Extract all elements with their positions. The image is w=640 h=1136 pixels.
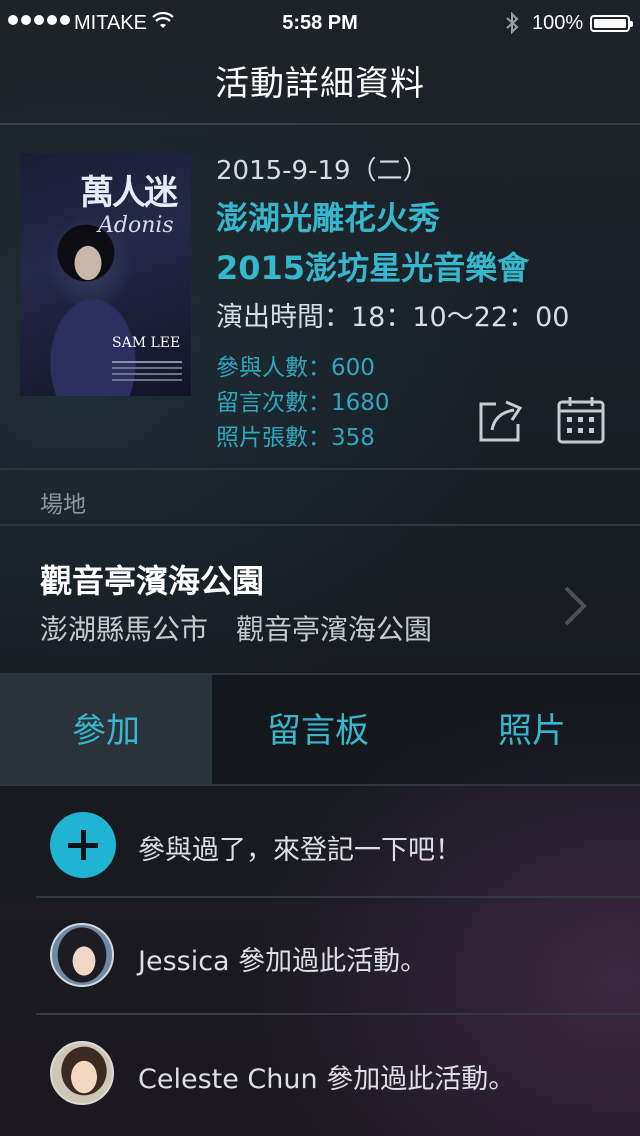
tab-join[interactable]: 參加 <box>0 675 212 785</box>
tab-bar: 參加 留言板 照片 <box>0 675 640 785</box>
event-poster-image[interactable]: 萬人迷 Adonis SAM LEE <box>20 153 191 396</box>
poster-artist-name: SAM LEE <box>112 335 181 351</box>
status-bar: MITAKE 5:58 PM 100% <box>0 0 640 40</box>
poster-title: 萬人迷 <box>80 173 178 213</box>
event-title-line-2: 2015澎坊星光音樂會 <box>216 249 530 287</box>
tab-photos[interactable]: 照片 <box>424 675 640 785</box>
nav-divider <box>0 123 640 125</box>
poster-fine-print <box>112 361 182 363</box>
avatar[interactable] <box>50 923 114 987</box>
event-title-line-1: 澎湖光雕花火秀 <box>216 199 441 237</box>
poster-subtitle: Adonis <box>98 213 174 238</box>
section-divider <box>0 784 640 786</box>
avatar[interactable] <box>50 1041 114 1105</box>
add-icon[interactable] <box>50 812 116 878</box>
add-participation-prompt: 參與過了，來登記一下吧！ <box>138 835 462 866</box>
share-icon[interactable] <box>476 396 524 444</box>
comments-count: 留言次數：1680 <box>216 390 390 416</box>
row-divider <box>36 896 640 898</box>
venue-name: 觀音亭濱海公園 <box>40 562 265 600</box>
tab-message-board[interactable]: 留言板 <box>212 675 424 785</box>
chevron-right-icon <box>564 586 587 626</box>
bluetooth-icon <box>506 12 519 34</box>
page-title: 活動詳細資料 <box>215 64 425 104</box>
venue-address: 澎湖縣馬公市 觀音亭濱海公園 <box>40 613 433 646</box>
battery-icon <box>590 15 633 32</box>
list-item-text: Celeste Chun 參加過此活動。 <box>138 1064 516 1095</box>
calendar-icon[interactable] <box>556 396 606 444</box>
row-divider <box>36 1013 640 1015</box>
section-divider <box>0 468 640 470</box>
list-item-text: Jessica 參加過此活動。 <box>138 946 428 977</box>
participants-count: 參與人數：600 <box>216 355 375 381</box>
poster-artist-figure <box>38 213 148 396</box>
event-title: 澎湖光雕花火秀 2015澎坊星光音樂會 <box>216 193 529 293</box>
event-date: 2015-9-19（二） <box>216 156 429 186</box>
event-detail-screen: MITAKE 5:58 PM 100% 活動詳細資料 萬人迷 Adonis SA… <box>0 0 640 1136</box>
event-showtime: 演出時間：18：10～22：00 <box>216 302 570 333</box>
photos-count: 照片張數：358 <box>216 425 375 451</box>
battery-percentage: 100% <box>532 12 584 34</box>
section-divider <box>0 524 640 526</box>
venue-section-header: 場地 <box>40 492 86 518</box>
